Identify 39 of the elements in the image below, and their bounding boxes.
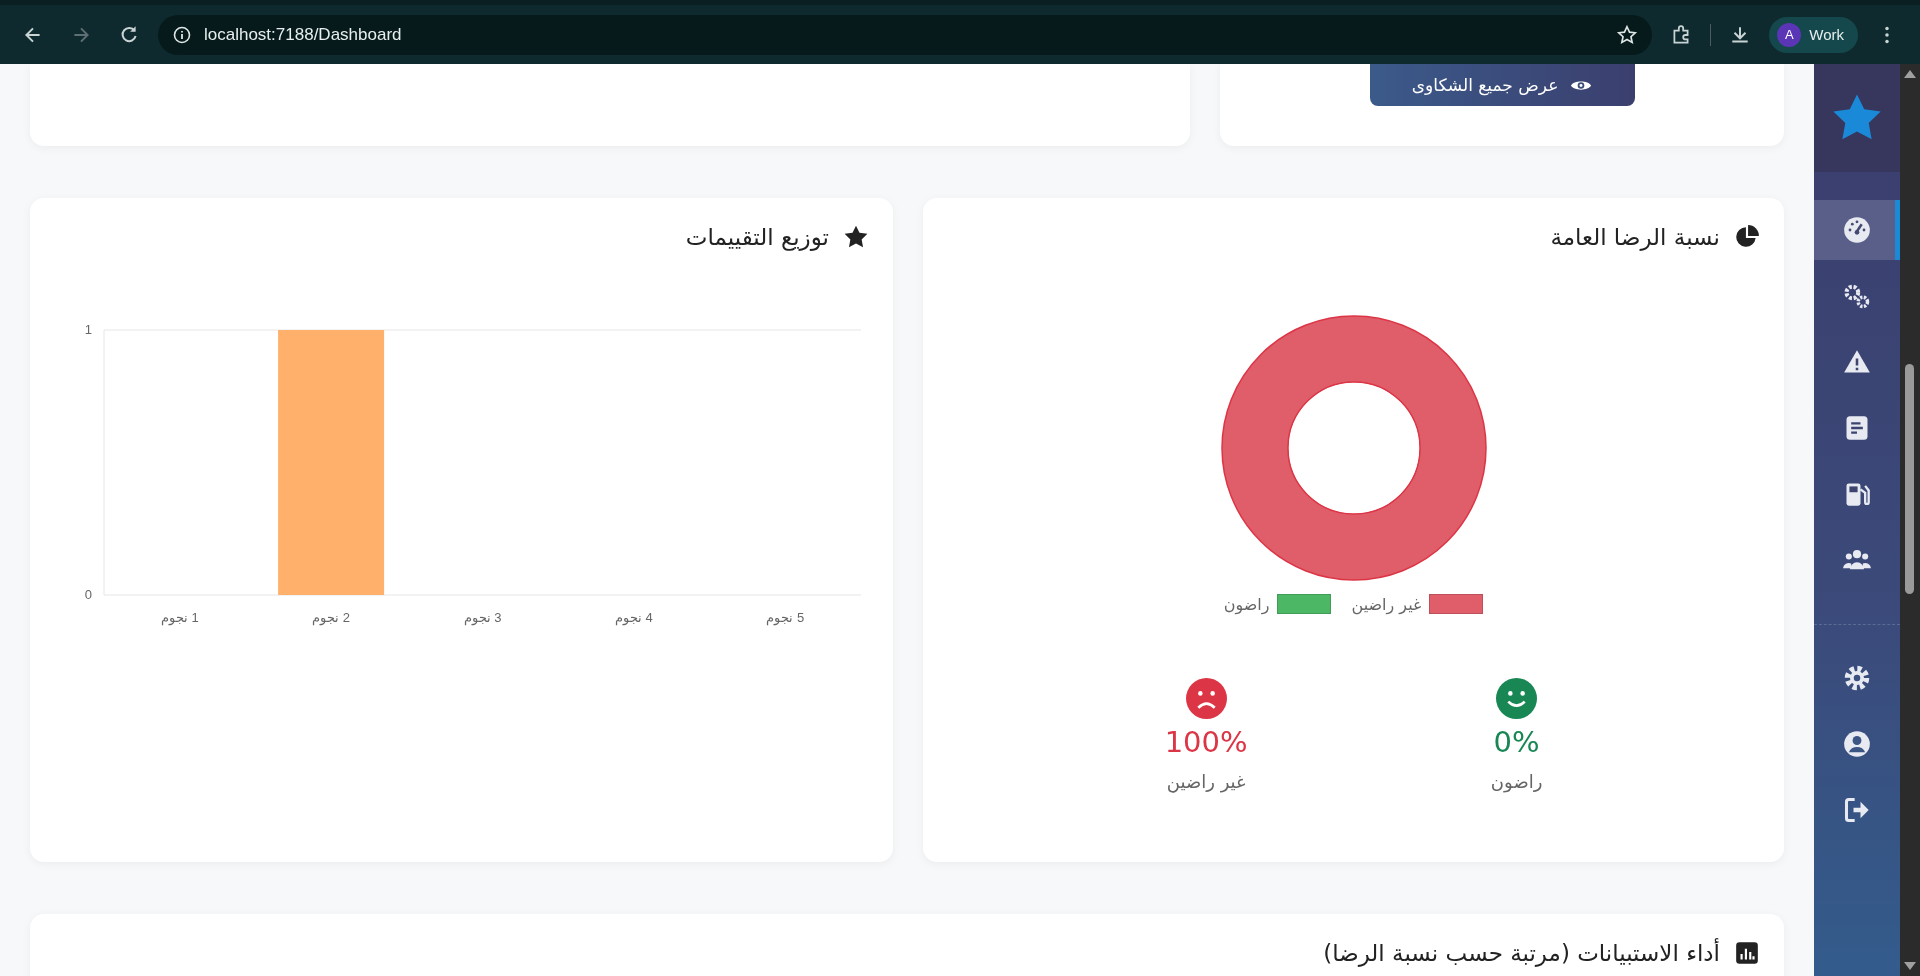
legend-label: راضون (1223, 594, 1270, 614)
logout-icon (1843, 796, 1871, 824)
scroll-up-arrow-icon[interactable] (1904, 70, 1916, 78)
gear-icon (1843, 664, 1871, 692)
axis-category-label: 3 نجوم (463, 610, 502, 625)
avatar: A (1777, 22, 1802, 47)
pie-chart-icon (1734, 224, 1760, 250)
gauge-icon (1843, 216, 1871, 244)
sidebar-item[interactable] (1814, 200, 1900, 260)
profile-button[interactable]: A Work (1769, 16, 1858, 53)
address-bar[interactable]: localhost:7188/Dashboard (158, 14, 1653, 55)
scrollbar-thumb[interactable] (1905, 364, 1914, 594)
stat-value: 100% (1164, 725, 1248, 759)
legend-swatch (1429, 594, 1484, 614)
card-title: أداء الاستبيانات (مرتبة حسب نسبة الرضا) (1323, 940, 1720, 966)
warning-icon (1843, 348, 1871, 376)
info-icon[interactable] (172, 24, 192, 45)
axis-tick-label: 1 (84, 322, 92, 337)
axis-category-label: 1 نجوم (160, 610, 199, 625)
profile-name: Work (1809, 26, 1844, 43)
axis-category-label: 5 نجوم (766, 610, 805, 625)
legend-label: غير راضين (1351, 594, 1422, 614)
bar-chart-icon (1734, 940, 1760, 966)
stat-value: 0% (1493, 725, 1540, 759)
bookmark-star-icon[interactable] (1616, 23, 1639, 46)
axis-category-label: 4 نجوم (614, 610, 653, 625)
card-title: نسبة الرضا العامة (1550, 224, 1720, 250)
star-icon (843, 224, 869, 250)
axis-tick-label: 0 (84, 587, 92, 602)
user-icon (1843, 730, 1871, 758)
scroll-down-arrow-icon[interactable] (1904, 962, 1916, 970)
view-complaints-button[interactable]: عرض جميع الشكاوى (1369, 64, 1635, 106)
legend-swatch (1277, 594, 1332, 614)
stat-label: غير راضين (1166, 771, 1246, 792)
card-title: توزيع التقييمات (685, 224, 829, 250)
axis-category-label: 2 نجوم (312, 610, 351, 625)
stat-label: راضون (1490, 771, 1543, 792)
gears-icon (1843, 282, 1871, 310)
url-text: localhost:7188/Dashboard (204, 24, 403, 45)
